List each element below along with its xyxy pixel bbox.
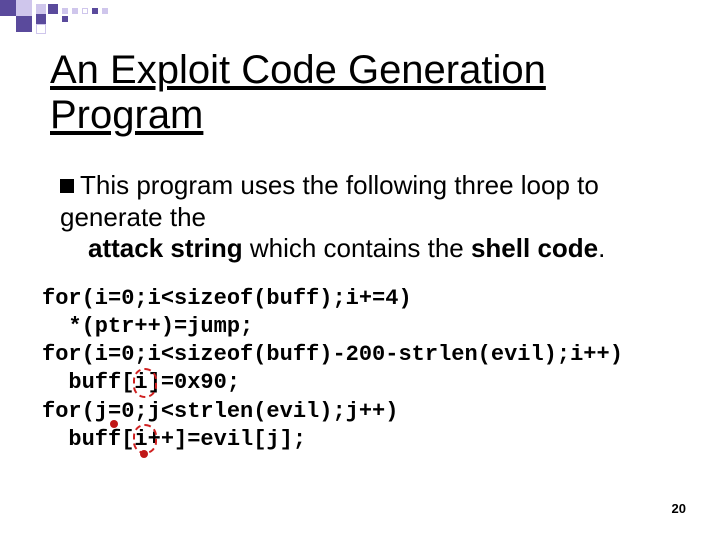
code-line-3: for(i=0;i<sizeof(buff)-200-strlen(evil);…: [42, 342, 623, 367]
code-block: for(i=0;i<sizeof(buff);i+=4) *(ptr++)=ju…: [42, 285, 700, 454]
code-line-2: *(ptr++)=jump;: [42, 314, 253, 339]
body-bullet: This program uses the following three lo…: [60, 170, 690, 265]
decoration-squares: [0, 0, 160, 40]
title-line-2: Program: [50, 93, 203, 137]
body-post: .: [598, 233, 605, 263]
body-mid: which contains the: [243, 233, 471, 263]
code-line-4: buff[i]=0x90;: [42, 370, 240, 395]
bullet-square-icon: [60, 179, 74, 193]
code-line-5: for(j=0;j<strlen(evil);j++): [42, 399, 398, 424]
page-number: 20: [672, 501, 686, 516]
title-line-1: An Exploit Code Generation: [50, 48, 546, 92]
code-line-6: buff[i++]=evil[j];: [42, 427, 306, 452]
body-bold-1: attack string: [88, 233, 243, 263]
code-line-1: for(i=0;i<sizeof(buff);i+=4): [42, 286, 412, 311]
body-pre: This program uses the following three lo…: [60, 170, 599, 232]
slide-title: An Exploit Code Generation Program: [50, 48, 546, 138]
body-bold-2: shell code: [471, 233, 598, 263]
